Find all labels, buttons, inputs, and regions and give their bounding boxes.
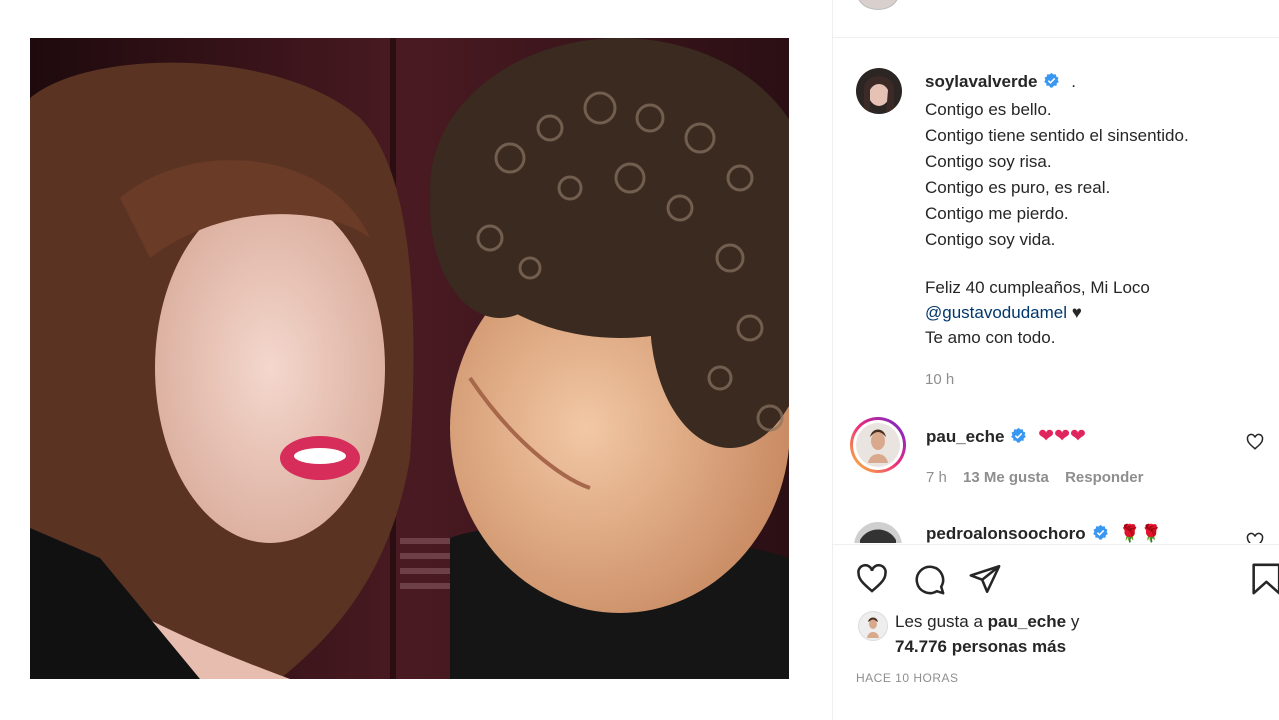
caption-closing: Te amo con todo. [925, 328, 1056, 347]
caption-line: Contigo es bello. [925, 100, 1052, 119]
comment-time[interactable]: 7 h [926, 469, 947, 486]
black-heart-emoji: ♥ [1071, 303, 1082, 322]
likes-others[interactable]: 74.776 personas más [895, 637, 1066, 656]
verified-icon [1044, 72, 1060, 88]
mention-link[interactable]: @gustavodudamel [925, 303, 1067, 322]
caption-suffix: . [1071, 72, 1076, 91]
photo-illustration [30, 38, 789, 679]
commenter-username[interactable]: pedroalonsoochoro [926, 524, 1086, 543]
caption-line: Contigo soy risa. [925, 152, 1052, 171]
caption-mention-line: @gustavodudamel ♥ [925, 303, 1082, 323]
comment-meta: 7 h 13 Me gusta Responder [926, 469, 1143, 486]
verified-icon [1092, 524, 1108, 540]
commenter-avatar[interactable] [850, 417, 906, 473]
comment-likes[interactable]: 13 Me gusta [963, 469, 1049, 486]
liker-username[interactable]: pau_eche [988, 612, 1066, 631]
comment-item: pedroalonsoochoro 🌹🌹 [850, 518, 1270, 543]
likes-line-2: 74.776 personas más [895, 637, 1066, 657]
likes-line-1: Les gusta a pau_eche y [895, 612, 1079, 632]
caption-header: soylavalverde . [925, 72, 1076, 92]
header-divider [833, 37, 1279, 38]
post-timestamp[interactable]: HACE 10 HORAS [856, 671, 959, 685]
heart-icon[interactable] [1246, 433, 1264, 451]
bookmark-icon[interactable] [1248, 562, 1279, 596]
share-icon[interactable] [968, 562, 1002, 596]
comment-text-line: pedroalonsoochoro 🌹🌹 [926, 524, 1162, 543]
panel-divider [832, 0, 833, 720]
reply-button[interactable]: Responder [1065, 469, 1143, 486]
comment-text: 🌹🌹 [1119, 524, 1162, 543]
caption-line: Contigo tiene sentido el sinsentido. [925, 126, 1189, 145]
caption-line: Contigo me pierdo. [925, 204, 1069, 223]
actions-divider [833, 544, 1279, 545]
liker-avatar-photo [867, 617, 879, 638]
comment-icon[interactable] [912, 562, 946, 596]
heart-icon[interactable] [1246, 532, 1264, 543]
comment-item: pau_eche ❤❤❤ 7 h 13 Me gusta Responder [850, 417, 1270, 497]
caption-line: Contigo soy vida. [925, 230, 1056, 249]
commenter-avatar-photo [856, 423, 900, 467]
commenter-avatar[interactable] [854, 522, 902, 543]
comment-text: ❤❤❤ [1038, 426, 1086, 447]
likes-prefix: Les gusta a [895, 612, 983, 631]
caption-time[interactable]: 10 h [925, 371, 954, 388]
author-avatar-photo [864, 76, 894, 114]
commenter-avatar-photo [854, 522, 902, 543]
heart-icon[interactable] [855, 562, 889, 596]
header-avatar[interactable] [857, 0, 899, 10]
author-username[interactable]: soylavalverde [925, 72, 1037, 91]
caption-birthday: Feliz 40 cumpleaños, Mi Loco [925, 278, 1150, 297]
commenter-username[interactable]: pau_eche [926, 427, 1004, 446]
comment-text-line: pau_eche ❤❤❤ [926, 425, 1086, 448]
post-image[interactable] [30, 38, 789, 679]
caption-line: Contigo es puro, es real. [925, 178, 1111, 197]
likes-conj: y [1070, 612, 1080, 631]
verified-icon [1011, 427, 1027, 443]
author-avatar[interactable] [856, 68, 902, 114]
liker-avatar[interactable] [858, 611, 888, 641]
